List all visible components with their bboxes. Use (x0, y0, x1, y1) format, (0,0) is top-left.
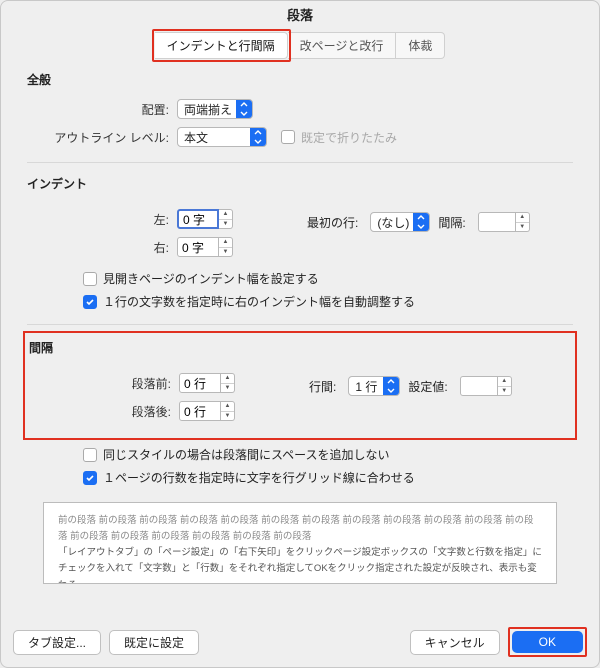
space-after-label: 段落後: (29, 403, 179, 420)
preview-box: 前の段落 前の段落 前の段落 前の段落 前の段落 前の段落 前の段落 前の段落 … (43, 502, 557, 584)
paragraph-dialog: 段落 インデントと行間隔 改ページと改行 体裁 全般 配置: 両端揃え アウトラ… (0, 0, 600, 668)
space-before-input[interactable] (179, 373, 221, 393)
indent-right-label: 右: (27, 239, 177, 256)
tab-asian-typography[interactable]: 体裁 (396, 32, 445, 59)
outline-level-select[interactable]: 本文 (177, 127, 267, 147)
step-down-icon[interactable]: ▼ (219, 248, 232, 257)
no-space-same-style-label: 同じスタイルの場合は段落間にスペースを追加しない (103, 446, 390, 463)
tab-bar: インデントと行間隔 改ページと改行 体裁 (5, 32, 595, 59)
first-line-label: 最初の行: (307, 214, 358, 231)
mirror-indents-checkbox[interactable] (83, 272, 97, 286)
step-up-icon[interactable]: ▲ (221, 402, 234, 412)
set-default-button[interactable]: 既定に設定 (109, 630, 199, 655)
auto-indent-label: １行の文字数を指定時に右のインデント幅を自動調整する (103, 293, 415, 310)
tabs-button[interactable]: タブ設定... (13, 630, 101, 655)
dialog-footer: タブ設定... 既定に設定 キャンセル OK (13, 627, 587, 657)
preview-body-text: 「レイアウトタブ」の「ページ設定」の「右下矢印」をクリックページ設定ボックスの「… (58, 545, 542, 584)
tab-indents-spacing[interactable]: インデントと行間隔 (155, 32, 288, 59)
indent-right-input[interactable] (177, 237, 219, 257)
step-down-icon[interactable]: ▼ (219, 220, 232, 229)
tab-page-breaks[interactable]: 改ページと改行 (288, 32, 397, 59)
indent-right-spinner[interactable]: ▲▼ (177, 237, 233, 257)
space-before-label: 段落前: (29, 375, 179, 392)
chevron-updown-icon (236, 100, 252, 118)
step-down-icon[interactable]: ▼ (516, 223, 529, 232)
snap-grid-label: １ページの行数を指定時に文字を行グリッド線に合わせる (103, 469, 415, 486)
chevron-updown-icon (413, 213, 429, 231)
dialog-title: 段落 (5, 1, 595, 32)
space-after-input[interactable] (179, 401, 221, 421)
preview-prev-text: 前の段落 前の段落 前の段落 前の段落 前の段落 前の段落 前の段落 前の段落 … (58, 513, 542, 545)
line-at-spinner[interactable]: ▲▼ (460, 376, 512, 396)
first-line-select[interactable]: (なし) (370, 212, 430, 232)
ok-highlight-box: OK (508, 627, 587, 657)
alignment-label: 配置: (27, 101, 177, 118)
step-up-icon[interactable]: ▲ (219, 210, 232, 220)
first-line-by-label: 間隔: (438, 214, 465, 231)
section-general: 全般 (27, 71, 573, 88)
step-down-icon[interactable]: ▼ (221, 384, 234, 393)
first-line-by-input[interactable] (478, 212, 516, 232)
collapse-checkbox (281, 130, 295, 144)
chevron-updown-icon (383, 377, 399, 395)
indent-left-spinner[interactable]: ▲▼ (177, 209, 233, 229)
step-down-icon[interactable]: ▼ (498, 387, 511, 396)
mirror-indents-label: 見開きページのインデント幅を設定する (103, 270, 319, 287)
step-down-icon[interactable]: ▼ (221, 412, 234, 421)
step-up-icon[interactable]: ▲ (498, 377, 511, 387)
space-after-spinner[interactable]: ▲▼ (179, 401, 235, 421)
spacing-highlight-box: 間隔 段落前: ▲▼ 段落後: ▲▼ (23, 331, 577, 440)
indent-left-label: 左: (27, 211, 177, 228)
alignment-select[interactable]: 両端揃え (177, 99, 253, 119)
line-spacing-label: 行間: (309, 378, 336, 395)
line-spacing-select[interactable]: 1 行 (348, 376, 400, 396)
indent-left-input[interactable] (177, 209, 219, 229)
step-up-icon[interactable]: ▲ (516, 213, 529, 223)
first-line-by-spinner[interactable]: ▲▼ (478, 212, 530, 232)
section-indent: インデント (27, 175, 573, 192)
collapse-label: 既定で折りたたみ (301, 129, 397, 146)
line-at-input[interactable] (460, 376, 498, 396)
snap-grid-checkbox[interactable] (83, 471, 97, 485)
cancel-button[interactable]: キャンセル (410, 630, 500, 655)
no-space-same-style-checkbox[interactable] (83, 448, 97, 462)
ok-button[interactable]: OK (512, 631, 583, 653)
space-before-spinner[interactable]: ▲▼ (179, 373, 235, 393)
section-spacing: 間隔 (29, 339, 571, 356)
line-at-label: 設定値: (408, 378, 447, 395)
step-up-icon[interactable]: ▲ (219, 238, 232, 248)
outline-level-label: アウトライン レベル: (27, 129, 177, 146)
auto-indent-checkbox[interactable] (83, 295, 97, 309)
chevron-updown-icon (250, 128, 266, 146)
step-up-icon[interactable]: ▲ (221, 374, 234, 384)
